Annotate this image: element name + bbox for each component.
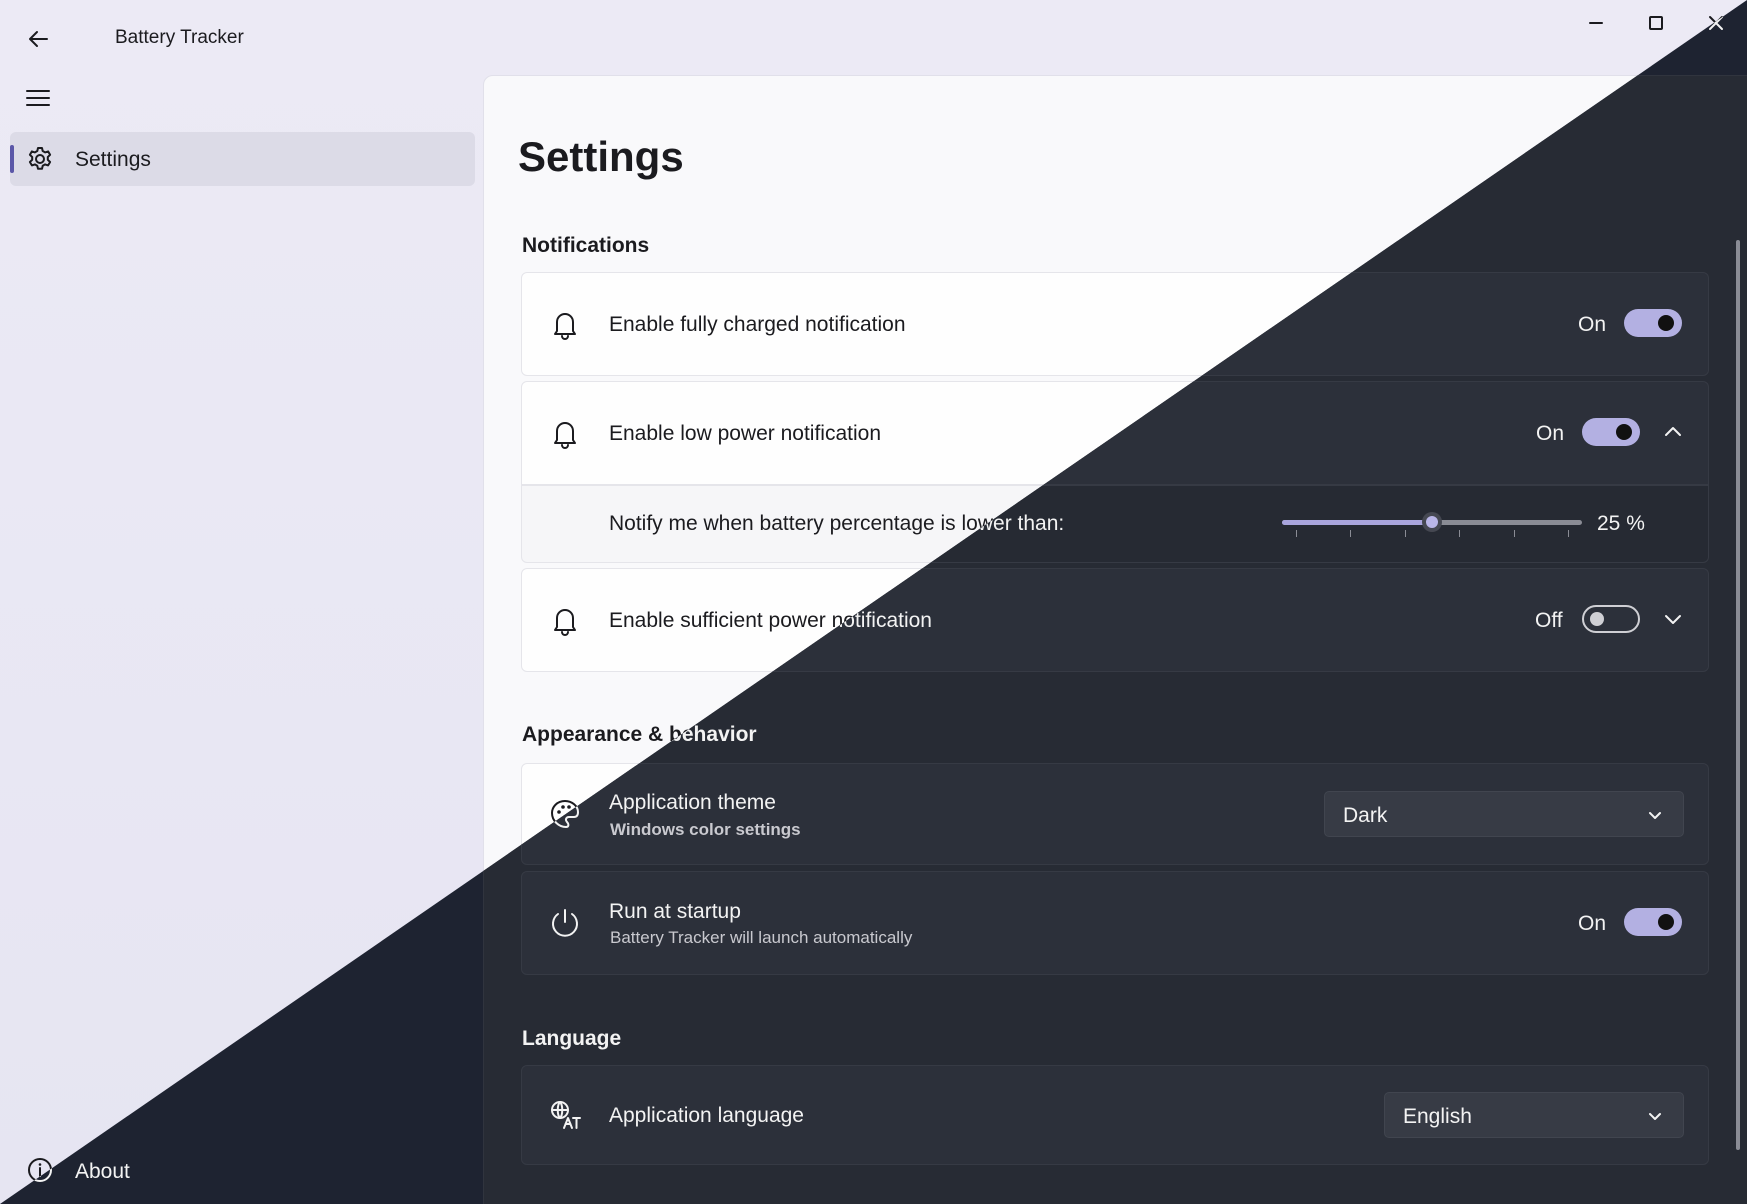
selection-indicator [10,145,14,173]
scrollbar[interactable] [1736,240,1740,1150]
sidebar-item-about[interactable]: About [10,1148,475,1194]
toggle-knob [1658,315,1674,331]
chevron-down-icon[interactable] [1661,607,1685,631]
power-icon [548,906,582,940]
toggle-state-label: On [1578,912,1607,935]
slider-thumb[interactable] [1422,512,1442,532]
card-label: Application theme [609,791,776,814]
minimize-button[interactable] [1566,6,1626,40]
toggle-state-label: On [1536,422,1565,445]
sidebar-item-label: About [75,1160,130,1183]
card-label: Enable low power notification [609,422,881,445]
chevron-down-icon [1643,1104,1667,1128]
hamburger-icon [26,90,50,106]
card-label: Run at startup [609,900,741,923]
maximize-button[interactable] [1626,6,1686,40]
slider-tick [1513,530,1515,537]
maximize-icon [1649,16,1663,30]
page-title: Settings [518,133,684,180]
card-label: Application language [609,1104,804,1127]
chevron-up-icon[interactable] [1661,420,1685,444]
fully-charged-toggle[interactable] [1624,309,1682,337]
title-bar: Battery Tracker [0,0,1747,72]
gear-icon [26,145,54,173]
sidebar-item-settings[interactable]: Settings [10,132,475,186]
slider-thumb-dot [1426,516,1438,528]
toggle-state-label: Off [1535,609,1563,632]
run-at-startup-card: Run at startup Battery Tracker will laun… [521,871,1709,975]
slider-tick [1568,530,1569,537]
slider-tick [1296,530,1297,537]
arrow-left-icon [29,31,48,47]
section-title-language: Language [522,1027,622,1050]
toggle-state-label: On [1578,313,1607,336]
app-title: Battery Tracker [115,27,244,48]
app-window: Battery Tracker Settings Settings Notifi… [0,0,1747,1204]
card-label: Enable fully charged notification [609,313,906,336]
toggle-knob [1658,914,1674,930]
language-dropdown[interactable]: English [1384,1092,1684,1138]
toggle-knob [1590,612,1604,626]
chevron-down-icon [1643,803,1667,827]
translate-icon [548,1098,582,1132]
slider-fill [1282,520,1432,525]
toggle-knob [1616,424,1632,440]
application-theme-card: Application theme Windows color settings… [521,763,1709,865]
bell-icon [548,603,582,637]
slider-tick [1459,530,1461,537]
dropdown-value: English [1403,1105,1472,1128]
sidebar-item-label: Settings [75,148,151,171]
threshold-value-label: 25 % [1597,512,1645,535]
theme-dropdown[interactable]: Dark [1324,791,1684,837]
slider-tick [1350,530,1352,537]
bell-icon [548,307,582,341]
section-title-notifications: Notifications [522,234,650,257]
low-power-toggle[interactable] [1582,418,1640,446]
card-description: Battery Tracker will launch automaticall… [610,928,913,947]
windows-color-settings-link[interactable]: Windows color settings [610,820,801,840]
sufficient-power-toggle[interactable] [1582,605,1640,633]
run-at-startup-toggle[interactable] [1624,908,1682,936]
threshold-slider[interactable] [1282,512,1582,532]
application-language-card: Application language English [521,1065,1709,1165]
hamburger-menu-button[interactable] [20,80,56,116]
slider-tick [1404,530,1406,537]
bell-icon [548,416,582,450]
back-button[interactable] [18,22,58,56]
dropdown-value: Dark [1343,804,1388,827]
minimize-icon [1589,22,1603,24]
